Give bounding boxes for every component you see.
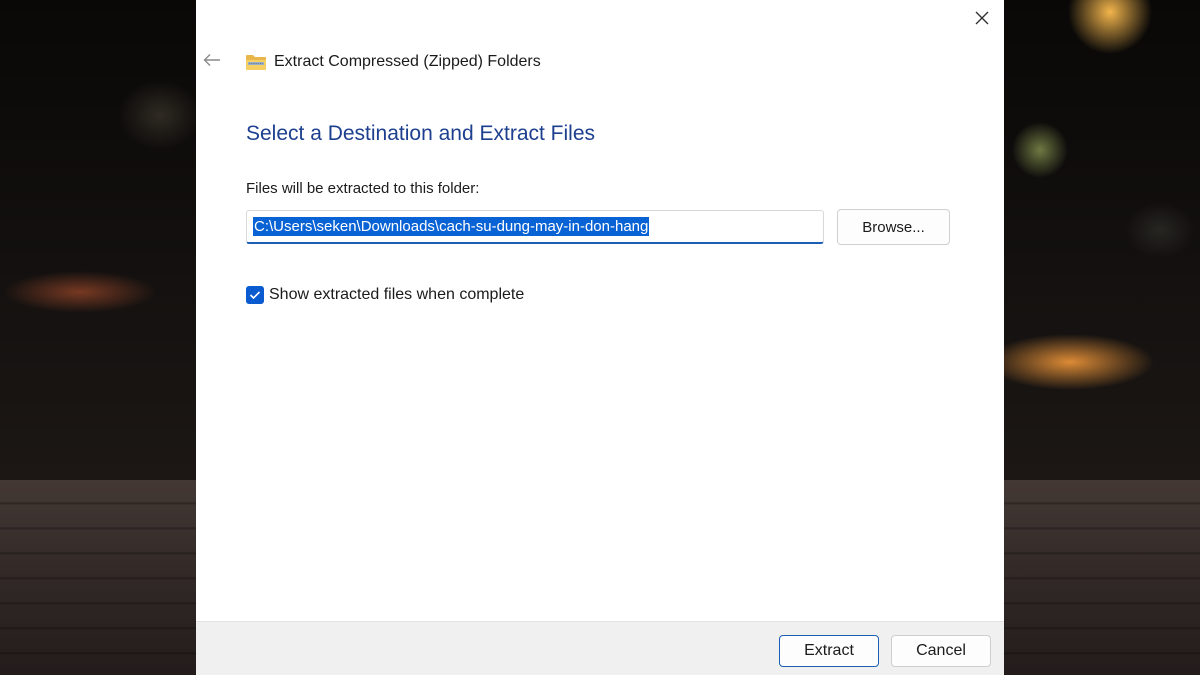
show-files-checkbox[interactable] bbox=[246, 286, 264, 304]
show-files-label: Show extracted files when complete bbox=[269, 286, 525, 303]
browse-button[interactable]: Browse... bbox=[837, 209, 950, 245]
desktop-background: Extract Compressed (Zipped) Folders Sele… bbox=[0, 0, 1200, 675]
back-arrow-icon bbox=[203, 54, 220, 66]
destination-path-input[interactable]: C:\Users\seken\Downloads\cach-su-dung-ma… bbox=[246, 210, 824, 244]
destination-path-text: C:\Users\seken\Downloads\cach-su-dung-ma… bbox=[253, 217, 650, 236]
back-button[interactable] bbox=[200, 48, 224, 72]
show-extracted-files-option[interactable]: Show extracted files when complete bbox=[246, 284, 524, 306]
extract-dialog: Extract Compressed (Zipped) Folders Sele… bbox=[196, 0, 1004, 675]
destination-label: Files will be extracted to this folder: bbox=[246, 180, 480, 197]
close-icon bbox=[975, 11, 989, 25]
dialog-footer: Extract Cancel bbox=[196, 621, 1004, 675]
zip-folder-icon bbox=[246, 55, 266, 70]
page-heading: Select a Destination and Extract Files bbox=[246, 122, 596, 145]
dialog-title-bar: Extract Compressed (Zipped) Folders bbox=[245, 50, 541, 74]
close-button[interactable] bbox=[966, 4, 998, 32]
checkmark-icon bbox=[249, 291, 261, 300]
extract-button[interactable]: Extract bbox=[779, 635, 879, 667]
cancel-button[interactable]: Cancel bbox=[891, 635, 991, 667]
dialog-title: Extract Compressed (Zipped) Folders bbox=[274, 53, 541, 70]
